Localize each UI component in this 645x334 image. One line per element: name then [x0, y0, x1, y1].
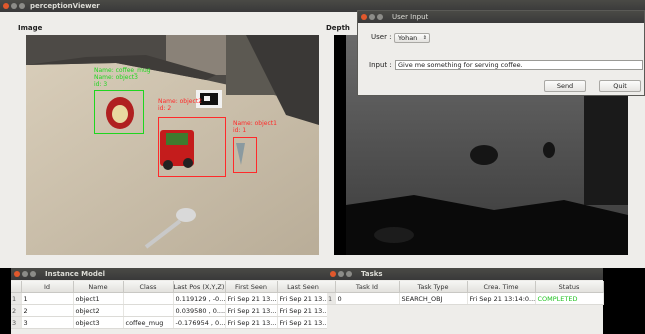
- user-select-value: Yohan: [398, 34, 418, 42]
- row-number[interactable]: 3: [11, 316, 22, 329]
- column-header-first-seen[interactable]: First Seen: [225, 281, 278, 293]
- instance-model-title: Instance Model: [45, 270, 106, 278]
- cell-class[interactable]: [123, 304, 174, 317]
- cell-last-pos[interactable]: 0.039580 , 0....: [173, 304, 226, 317]
- detection-label-object2: Name: object2 id: 2: [158, 98, 202, 112]
- cell-creation-time[interactable]: Fri Sep 21 13:14:0...: [467, 292, 536, 305]
- table-row[interactable]: 3 3 object3 coffee_mug -0.176954 , 0... …: [11, 316, 330, 329]
- user-select[interactable]: Yohan ⇕: [394, 33, 430, 43]
- cell-name[interactable]: object3: [73, 316, 124, 329]
- detection-box-object3: [94, 90, 144, 134]
- user-label: User :: [371, 33, 392, 41]
- row-number[interactable]: 1: [327, 292, 336, 305]
- cell-last-seen[interactable]: Fri Sep 21 13...: [277, 292, 330, 305]
- cell-id[interactable]: 3: [21, 316, 74, 329]
- detection-box-object2: [158, 117, 226, 177]
- detection-label-object3: Name: coffee_mug Name: object3 id: 3: [94, 67, 151, 88]
- tasks-titlebar[interactable]: Tasks: [327, 268, 603, 280]
- detection-name-object2: Name: object2: [158, 98, 202, 105]
- detection-name-object3: Name: coffee_mug: [94, 67, 151, 74]
- cell-class[interactable]: [123, 292, 174, 305]
- maximize-icon[interactable]: [30, 271, 36, 277]
- detection-subname-object3: Name: object3: [94, 74, 138, 81]
- table-row[interactable]: 1 0 SEARCH_OBJ Fri Sep 21 13:14:0... COM…: [327, 292, 604, 305]
- cell-last-seen[interactable]: Fri Sep 21 13...: [277, 304, 330, 317]
- detection-id-object1: id: 1: [233, 127, 247, 134]
- close-icon[interactable]: [3, 3, 9, 9]
- window-controls[interactable]: [3, 3, 25, 9]
- close-icon[interactable]: [14, 271, 20, 277]
- tasks-table: Task Id Task Type Crea. Time Status 1 0 …: [327, 281, 604, 305]
- maximize-icon[interactable]: [19, 3, 25, 9]
- user-input-window: User Input User : Yohan ⇕ Input : Give m…: [357, 10, 645, 96]
- cell-status[interactable]: COMPLETED: [535, 292, 604, 305]
- cell-last-pos[interactable]: -0.176954 , 0...: [173, 316, 226, 329]
- column-header-name[interactable]: Name: [73, 281, 124, 293]
- window-title: perceptionViewer: [30, 2, 100, 10]
- detection-box-object1: [233, 137, 257, 173]
- spinner-icon: ⇕: [422, 35, 427, 41]
- column-header-status[interactable]: Status: [535, 281, 604, 293]
- send-button[interactable]: Send: [544, 80, 586, 92]
- corner-header: [327, 281, 336, 293]
- image-label: Image: [18, 24, 43, 32]
- cell-task-id[interactable]: 0: [335, 292, 400, 305]
- cell-name[interactable]: object2: [73, 304, 124, 317]
- cell-last-seen[interactable]: Fri Sep 21 13...: [277, 316, 330, 329]
- cell-first-seen[interactable]: Fri Sep 21 13...: [225, 304, 278, 317]
- cell-first-seen[interactable]: Fri Sep 21 13...: [225, 292, 278, 305]
- instance-table: Id Name Class Last Pos (X,Y,Z) First See…: [11, 281, 330, 329]
- detection-id-object2: id: 2: [158, 105, 172, 112]
- tasks-title: Tasks: [361, 270, 383, 278]
- tasks-window: Tasks Task Id Task Type Crea. Time Statu…: [327, 268, 604, 334]
- cell-id[interactable]: 1: [21, 292, 74, 305]
- tasks-table-header: Task Id Task Type Crea. Time Status: [327, 281, 604, 293]
- cell-id[interactable]: 2: [21, 304, 74, 317]
- column-header-class[interactable]: Class: [123, 281, 174, 293]
- column-header-id[interactable]: Id: [21, 281, 74, 293]
- image-view: Name: coffee_mug Name: object3 id: 3 Nam…: [26, 35, 319, 255]
- column-header-task-type[interactable]: Task Type: [399, 281, 468, 293]
- instance-model-window: Instance Model Id Name Class Last Pos (X…: [11, 268, 330, 334]
- window-controls[interactable]: [361, 14, 383, 20]
- row-number[interactable]: 2: [11, 304, 22, 317]
- window-controls[interactable]: [330, 271, 352, 277]
- corner-header: [11, 281, 22, 293]
- window-controls[interactable]: [14, 271, 36, 277]
- minimize-icon[interactable]: [369, 14, 375, 20]
- close-icon[interactable]: [330, 271, 336, 277]
- instance-model-titlebar[interactable]: Instance Model: [11, 268, 329, 280]
- input-label: Input :: [369, 61, 392, 69]
- cell-class[interactable]: coffee_mug: [123, 316, 174, 329]
- detection-name-object1: Name: object1: [233, 120, 277, 127]
- minimize-icon[interactable]: [22, 271, 28, 277]
- minimize-icon[interactable]: [338, 271, 344, 277]
- cell-task-type[interactable]: SEARCH_OBJ: [399, 292, 468, 305]
- instance-table-header: Id Name Class Last Pos (X,Y,Z) First See…: [11, 281, 330, 293]
- table-row[interactable]: 2 2 object2 0.039580 , 0.... Fri Sep 21 …: [11, 304, 330, 317]
- row-number[interactable]: 1: [11, 292, 22, 305]
- cell-first-seen[interactable]: Fri Sep 21 13...: [225, 316, 278, 329]
- command-input[interactable]: Give me something for serving coffee.: [395, 60, 643, 70]
- detection-id-object3: id: 3: [94, 81, 108, 88]
- detection-label-object1: Name: object1 id: 1: [233, 120, 277, 134]
- minimize-icon[interactable]: [11, 3, 17, 9]
- maximize-icon[interactable]: [346, 271, 352, 277]
- maximize-icon[interactable]: [377, 14, 383, 20]
- table-row[interactable]: 1 1 object1 0.119129 , -0... Fri Sep 21 …: [11, 292, 330, 305]
- column-header-creation-time[interactable]: Crea. Time: [467, 281, 536, 293]
- column-header-last-pos[interactable]: Last Pos (X,Y,Z): [173, 281, 226, 293]
- user-input-title: User Input: [392, 13, 429, 21]
- depth-label: Depth: [326, 24, 350, 32]
- cell-name[interactable]: object1: [73, 292, 124, 305]
- quit-button[interactable]: Quit: [599, 80, 641, 92]
- close-icon[interactable]: [361, 14, 367, 20]
- column-header-task-id[interactable]: Task Id: [335, 281, 400, 293]
- column-header-last-seen[interactable]: Last Seen: [277, 281, 330, 293]
- user-input-titlebar[interactable]: User Input: [358, 11, 644, 23]
- cell-last-pos[interactable]: 0.119129 , -0...: [173, 292, 226, 305]
